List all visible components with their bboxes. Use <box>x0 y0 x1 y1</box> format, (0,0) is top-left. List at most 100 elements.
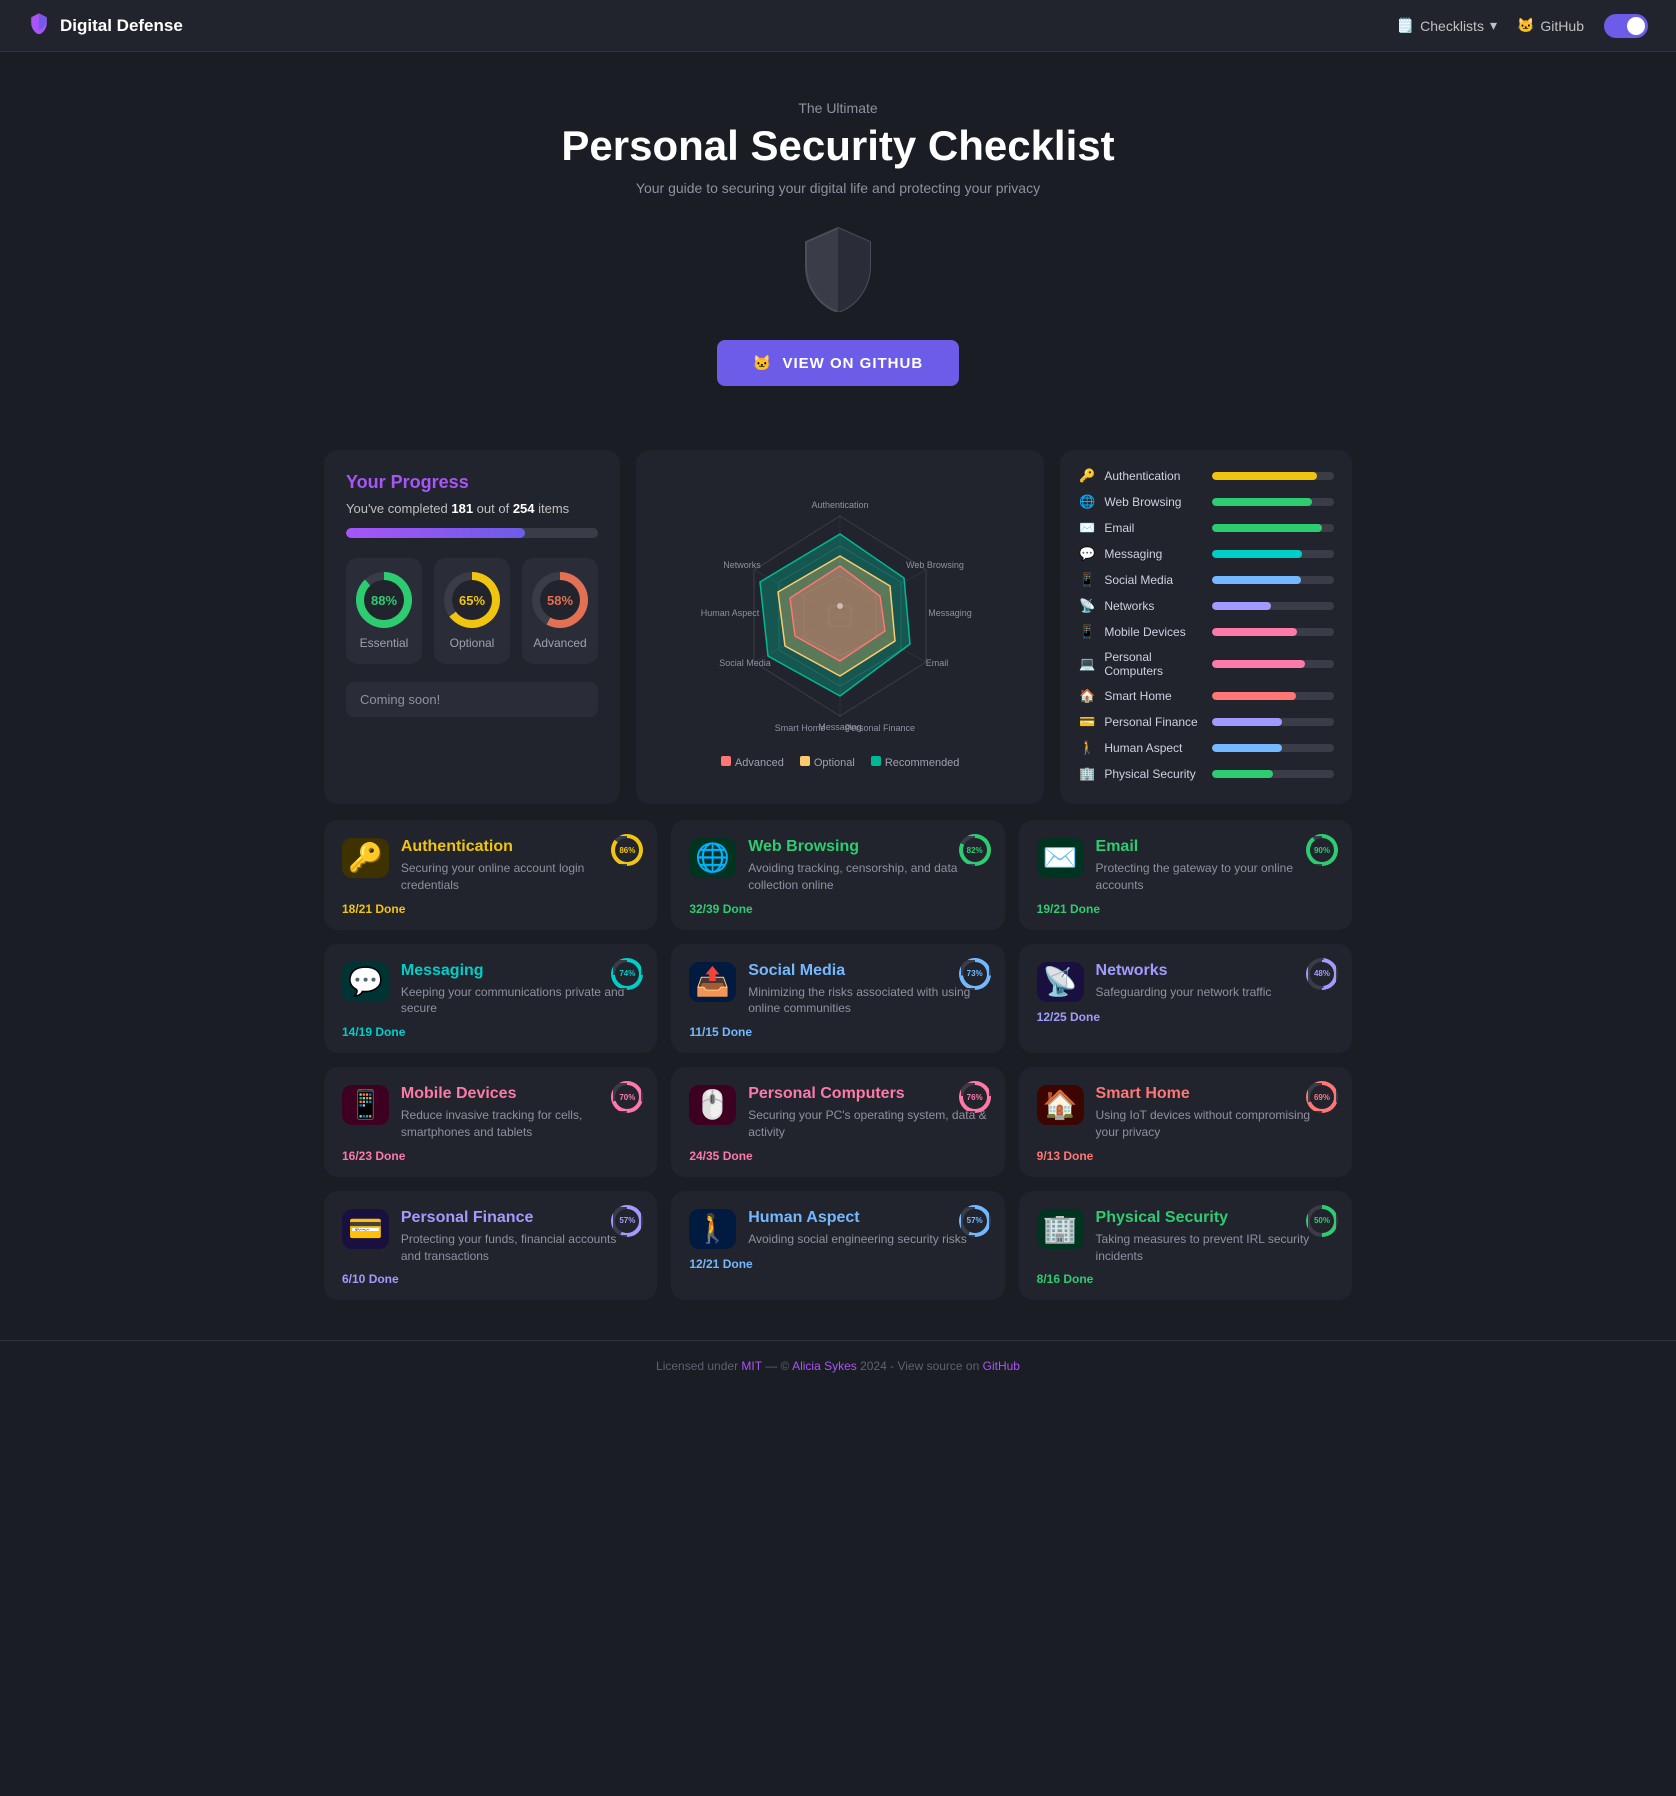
legend-bar-fill <box>1212 576 1301 584</box>
legend-bar-track <box>1212 770 1334 778</box>
legend-name: Physical Security <box>1104 767 1204 781</box>
legend-name: Messaging <box>1104 547 1204 561</box>
category-name: Human Aspect <box>748 1209 986 1227</box>
advanced-ring: 58% <box>532 572 588 628</box>
category-icon: 🌐 <box>689 838 736 878</box>
category-header: 💳 Personal Finance Protecting your funds… <box>342 1209 639 1265</box>
category-card[interactable]: 50% 🏢 Physical Security Taking measures … <box>1019 1191 1352 1301</box>
github-btn-label: VIEW ON GITHUB <box>783 355 924 372</box>
category-card[interactable]: 76% 🖱️ Personal Computers Securing your … <box>671 1067 1004 1177</box>
legend-bar-row: 🔑 Authentication <box>1078 468 1334 484</box>
legend-name: Personal Finance <box>1104 715 1204 729</box>
category-description: Securing your PC's operating system, dat… <box>748 1107 986 1141</box>
essential-stat: 88% Essential <box>346 558 422 664</box>
legend-bar-fill <box>1212 744 1281 752</box>
svg-text:Messaging: Messaging <box>928 608 972 618</box>
category-info: Networks Safeguarding your network traff… <box>1096 962 1334 1001</box>
category-progress-badge: 48% <box>1306 958 1338 990</box>
category-progress-badge: 76% <box>959 1081 991 1113</box>
legend-name: Human Aspect <box>1104 741 1204 755</box>
category-description: Keeping your communications private and … <box>401 984 639 1018</box>
category-progress-badge: 69% <box>1306 1081 1338 1113</box>
category-icon: 🏢 <box>1037 1209 1084 1249</box>
category-card[interactable]: 90% ✉️ Email Protecting the gateway to y… <box>1019 820 1352 930</box>
category-name: Mobile Devices <box>401 1085 639 1103</box>
legend-icon: 💻 <box>1078 656 1096 672</box>
coming-soon-text: Coming soon! <box>346 682 598 717</box>
category-card[interactable]: 73% 📤 Social Media Minimizing the risks … <box>671 944 1004 1054</box>
category-header: 🖱️ Personal Computers Securing your PC's… <box>689 1085 986 1141</box>
legend-bar-track <box>1212 472 1334 480</box>
legend-bar-track <box>1212 498 1334 506</box>
category-header: 💬 Messaging Keeping your communications … <box>342 962 639 1018</box>
hero-shield-icon <box>798 224 878 312</box>
navbar-right: 🗒️ Checklists ▾ 🐱 GitHub <box>1397 14 1648 38</box>
theme-toggle[interactable] <box>1604 14 1648 38</box>
checklists-nav[interactable]: 🗒️ Checklists ▾ <box>1397 17 1497 34</box>
category-card[interactable]: 82% 🌐 Web Browsing Avoiding tracking, ce… <box>671 820 1004 930</box>
category-done: 12/21 Done <box>689 1257 986 1271</box>
category-description: Minimizing the risks associated with usi… <box>748 984 986 1018</box>
category-header: 🌐 Web Browsing Avoiding tracking, censor… <box>689 838 986 894</box>
legend-icon: ✉️ <box>1078 520 1096 536</box>
category-description: Reduce invasive tracking for cells, smar… <box>401 1107 639 1141</box>
category-done: 6/10 Done <box>342 1272 639 1286</box>
legend-bar-row: ✉️ Email <box>1078 520 1334 536</box>
category-info: Web Browsing Avoiding tracking, censorsh… <box>748 838 986 894</box>
svg-text:Networks: Networks <box>723 560 761 570</box>
legend-bar-fill <box>1212 498 1312 506</box>
brand-name: Digital Defense <box>60 16 183 36</box>
category-header: 📡 Networks Safeguarding your network tra… <box>1037 962 1334 1002</box>
category-icon: 📤 <box>689 962 736 1002</box>
legend-name: Email <box>1104 521 1204 535</box>
advanced-label: Advanced <box>532 636 588 650</box>
category-name: Authentication <box>401 838 639 856</box>
legend-name: Authentication <box>1104 469 1204 483</box>
legend-bar-card: 🔑 Authentication 🌐 Web Browsing ✉️ Email… <box>1060 450 1352 804</box>
legend-icon: 🏠 <box>1078 688 1096 704</box>
category-name: Web Browsing <box>748 838 986 856</box>
legend-bar-track <box>1212 576 1334 584</box>
footer-github-link[interactable]: GitHub <box>983 1359 1020 1373</box>
category-info: Authentication Securing your online acco… <box>401 838 639 894</box>
category-progress-badge: 74% <box>611 958 643 990</box>
category-done: 16/23 Done <box>342 1149 639 1163</box>
github-label: GitHub <box>1540 18 1584 34</box>
category-card[interactable]: 74% 💬 Messaging Keeping your communicati… <box>324 944 657 1054</box>
legend-bar-track <box>1212 744 1334 752</box>
mit-link[interactable]: MIT <box>741 1359 761 1373</box>
category-header: 🚶 Human Aspect Avoiding social engineeri… <box>689 1209 986 1249</box>
category-grid: 86% 🔑 Authentication Securing your onlin… <box>324 820 1352 1300</box>
category-info: Personal Finance Protecting your funds, … <box>401 1209 639 1265</box>
legend-name: Personal Computers <box>1104 650 1204 678</box>
category-card[interactable]: 48% 📡 Networks Safeguarding your network… <box>1019 944 1352 1054</box>
svg-text:Social Media: Social Media <box>719 658 771 668</box>
category-description: Avoiding social engineering security ris… <box>748 1231 986 1248</box>
github-icon: 🐱 <box>1517 17 1534 34</box>
essential-pct: 88 <box>371 593 385 608</box>
legend-bar-track <box>1212 628 1334 636</box>
category-icon: 💳 <box>342 1209 389 1249</box>
category-description: Protecting your funds, financial account… <box>401 1231 639 1265</box>
checklist-icon: 🗒️ <box>1397 17 1414 34</box>
category-card[interactable]: 70% 📱 Mobile Devices Reduce invasive tra… <box>324 1067 657 1177</box>
github-nav[interactable]: 🐱 GitHub <box>1517 17 1584 34</box>
category-done: 24/35 Done <box>689 1149 986 1163</box>
category-card[interactable]: 57% 🚶 Human Aspect Avoiding social engin… <box>671 1191 1004 1301</box>
category-header: 🔑 Authentication Securing your online ac… <box>342 838 639 894</box>
progress-title: Your Progress <box>346 472 598 493</box>
category-done: 12/25 Done <box>1037 1010 1334 1024</box>
view-on-github-button[interactable]: 🐱 VIEW ON GITHUB <box>717 340 959 386</box>
category-info: Smart Home Using IoT devices without com… <box>1096 1085 1334 1141</box>
category-info: Mobile Devices Reduce invasive tracking … <box>401 1085 639 1141</box>
category-card[interactable]: 69% 🏠 Smart Home Using IoT devices witho… <box>1019 1067 1352 1177</box>
category-info: Email Protecting the gateway to your onl… <box>1096 838 1334 894</box>
category-card[interactable]: 57% 💳 Personal Finance Protecting your f… <box>324 1191 657 1301</box>
author-link[interactable]: Alicia Sykes <box>792 1359 857 1373</box>
legend-bar-track <box>1212 718 1334 726</box>
chevron-down-icon: ▾ <box>1490 17 1497 34</box>
category-card[interactable]: 86% 🔑 Authentication Securing your onlin… <box>324 820 657 930</box>
category-done: 11/15 Done <box>689 1025 986 1039</box>
legend-bar-row: 💻 Personal Computers <box>1078 650 1334 678</box>
progress-bar-track <box>346 528 598 538</box>
